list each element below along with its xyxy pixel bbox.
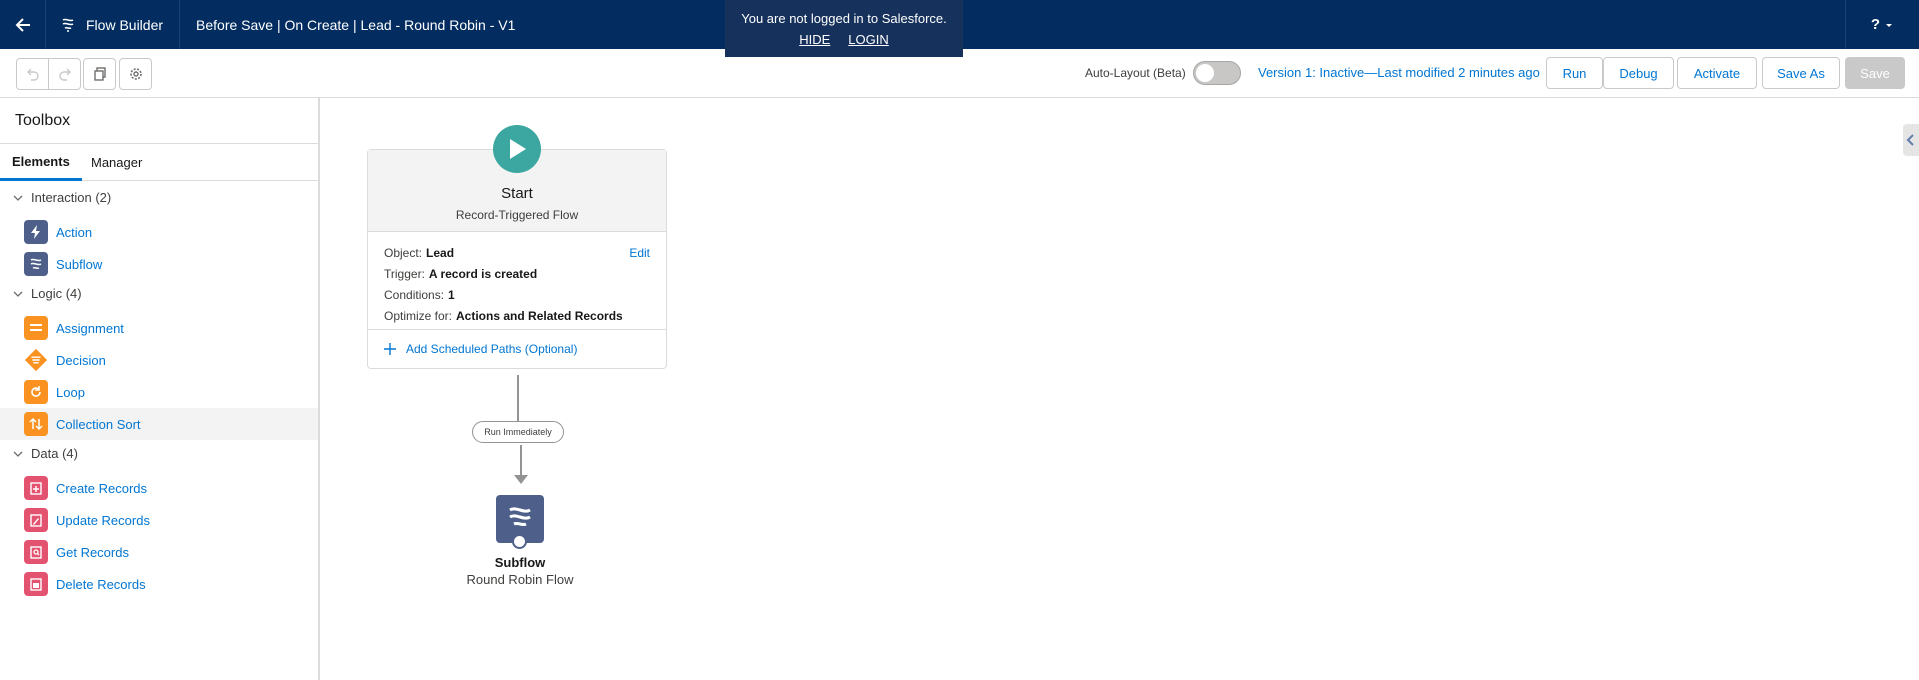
arrow-left-icon — [15, 17, 30, 32]
loop-icon — [24, 380, 48, 404]
connector-endpoint[interactable] — [512, 534, 527, 549]
subflow-type-label: Subflow — [494, 555, 546, 570]
element-label: Loop — [56, 384, 85, 400]
copy-button[interactable] — [84, 59, 115, 89]
start-title: Start — [501, 185, 533, 202]
help-button[interactable]: ? — [1845, 0, 1919, 49]
get-records-icon — [24, 540, 48, 564]
login-message: You are not logged in to Salesforce. — [741, 11, 947, 26]
settings-button[interactable] — [120, 59, 151, 89]
element-subflow[interactable]: Subflow — [0, 248, 318, 280]
save-button[interactable]: Save — [1845, 57, 1905, 89]
hide-link[interactable]: HIDE — [799, 32, 830, 47]
element-label: Create Records — [56, 480, 148, 496]
section-label: Logic (4) — [31, 286, 82, 301]
element-collection-sort[interactable]: Collection Sort — [0, 408, 318, 440]
debug-button[interactable]: Debug — [1603, 57, 1674, 89]
undo-icon — [26, 68, 39, 81]
section-logic[interactable]: Logic (4) — [13, 286, 82, 301]
section-data[interactable]: Data (4) — [13, 446, 78, 461]
start-play-icon — [493, 125, 541, 173]
run-button[interactable]: Run — [1546, 57, 1603, 89]
connector-line — [520, 445, 522, 475]
edit-link[interactable]: Edit — [629, 246, 650, 260]
chevron-left-icon — [1906, 134, 1914, 146]
start-card-details: Edit Object: Lead Trigger: A record is cre… — [368, 232, 666, 330]
element-label: Collection Sort — [56, 416, 141, 432]
start-element-card[interactable]: Start Record-Triggered Flow Edit Object:… — [367, 149, 667, 369]
chevron-down-icon — [13, 193, 23, 203]
element-label: Delete Records — [56, 576, 146, 592]
element-action[interactable]: Action — [0, 216, 318, 248]
element-label: Action — [56, 224, 93, 240]
app-name: Flow Builder — [86, 16, 164, 33]
toolbox-tabs: Elements Manager — [0, 143, 318, 181]
copy-group — [83, 58, 116, 90]
section-label: Data (4) — [31, 446, 78, 461]
element-label: Get Records — [56, 544, 129, 560]
element-label: Update Records — [56, 512, 150, 528]
arrow-down-icon — [514, 475, 528, 484]
element-get-records[interactable]: Get Records — [0, 536, 318, 568]
flow-icon — [60, 17, 76, 33]
detail-row-trigger: Trigger: A record is created — [384, 267, 538, 281]
scheduled-paths-label: Add Scheduled Paths (Optional) — [406, 342, 578, 356]
gear-icon — [129, 68, 142, 80]
login-banner: You are not logged in to Salesforce. HID… — [725, 0, 963, 57]
element-assignment[interactable]: Assignment — [0, 312, 318, 344]
delete-records-icon — [24, 572, 48, 596]
auto-layout-toggle[interactable] — [1193, 61, 1241, 85]
plus-icon — [384, 343, 396, 355]
element-update-records[interactable]: Update Records — [0, 504, 318, 536]
auto-layout-label: Auto-Layout (Beta) — [1085, 66, 1186, 80]
section-interaction[interactable]: Interaction (2) — [13, 190, 111, 205]
back-button[interactable] — [0, 0, 46, 49]
detail-row-optimize: Optimize for: Actions and Related Records — [384, 309, 623, 323]
element-label: Assignment — [56, 320, 124, 336]
create-records-icon — [24, 476, 48, 500]
settings-group — [119, 58, 152, 90]
caret-down-icon — [1886, 23, 1893, 27]
copy-icon — [93, 67, 106, 81]
redo-icon — [58, 68, 71, 81]
flow-icon — [509, 507, 531, 527]
tab-elements[interactable]: Elements — [0, 144, 82, 181]
undo-button[interactable] — [17, 59, 48, 89]
activate-button[interactable]: Activate — [1677, 57, 1757, 89]
element-decision[interactable]: Decision — [0, 344, 318, 376]
section-label: Interaction (2) — [31, 190, 112, 205]
element-loop[interactable]: Loop — [0, 376, 318, 408]
connector-label[interactable]: Run Immediately — [472, 421, 564, 443]
help-label: ? — [1870, 16, 1881, 33]
app-name-area: Flow Builder — [46, 0, 181, 49]
element-label: Subflow — [56, 256, 103, 272]
subflow-name: Round Robin Flow — [466, 572, 574, 587]
tab-manager[interactable]: Manager — [91, 144, 142, 181]
detail-row-conditions: Conditions: 1 — [384, 288, 455, 302]
redo-button[interactable] — [49, 59, 80, 89]
start-subtitle: Record-Triggered Flow — [455, 208, 579, 222]
detail-row-object: Object: Lead — [384, 246, 455, 260]
element-label: Decision — [56, 352, 106, 368]
toolbox-title: Toolbox — [15, 112, 71, 129]
decision-icon — [24, 348, 48, 372]
equals-icon — [24, 316, 48, 340]
chevron-down-icon — [13, 289, 23, 299]
save-as-button[interactable]: Save As — [1762, 57, 1840, 89]
element-delete-records[interactable]: Delete Records — [0, 568, 318, 600]
login-link[interactable]: LOGIN — [848, 32, 888, 47]
toolbox-panel: Toolbox Elements Manager Interaction (2)… — [0, 98, 320, 680]
undo-redo-group — [16, 58, 81, 90]
sort-icon — [24, 412, 48, 436]
update-records-icon — [24, 508, 48, 532]
panel-toggle[interactable] — [1903, 124, 1919, 156]
flow-icon — [24, 252, 48, 276]
lightning-icon — [24, 220, 48, 244]
element-create-records[interactable]: Create Records — [0, 472, 318, 504]
add-scheduled-paths-link[interactable]: Add Scheduled Paths (Optional) — [368, 330, 666, 368]
version-status[interactable]: Version 1: Inactive—Last modified 2 minu… — [1258, 65, 1540, 80]
chevron-down-icon — [13, 449, 23, 459]
flow-title: Before Save | On Create | Lead - Round R… — [196, 16, 516, 33]
